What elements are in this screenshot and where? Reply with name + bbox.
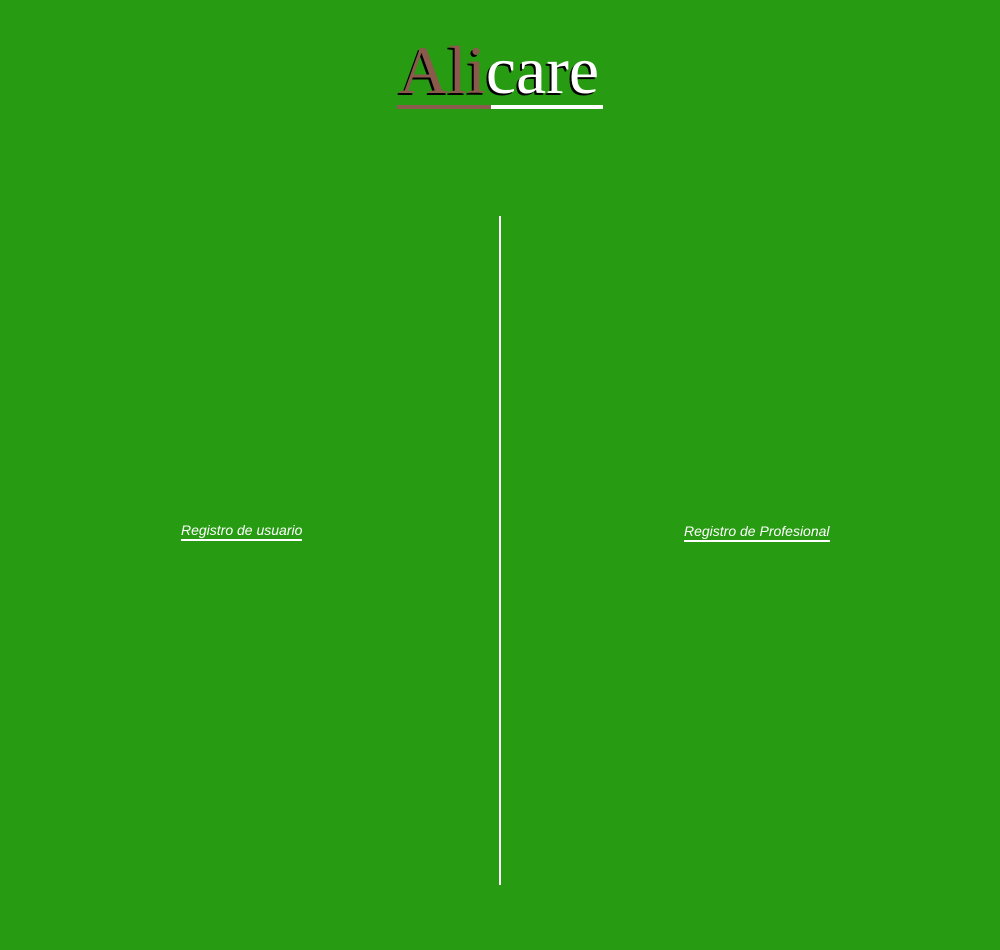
logo-part-ali: Ali xyxy=(398,32,486,108)
vertical-divider xyxy=(499,216,501,885)
app-logo: Alicare xyxy=(0,30,1000,110)
logo-wordmark: Alicare xyxy=(396,32,604,109)
logo-part-care: care xyxy=(485,32,600,108)
professional-registration-link[interactable]: Registro de Profesional xyxy=(684,523,830,542)
user-registration-link[interactable]: Registro de usuario xyxy=(181,522,303,541)
